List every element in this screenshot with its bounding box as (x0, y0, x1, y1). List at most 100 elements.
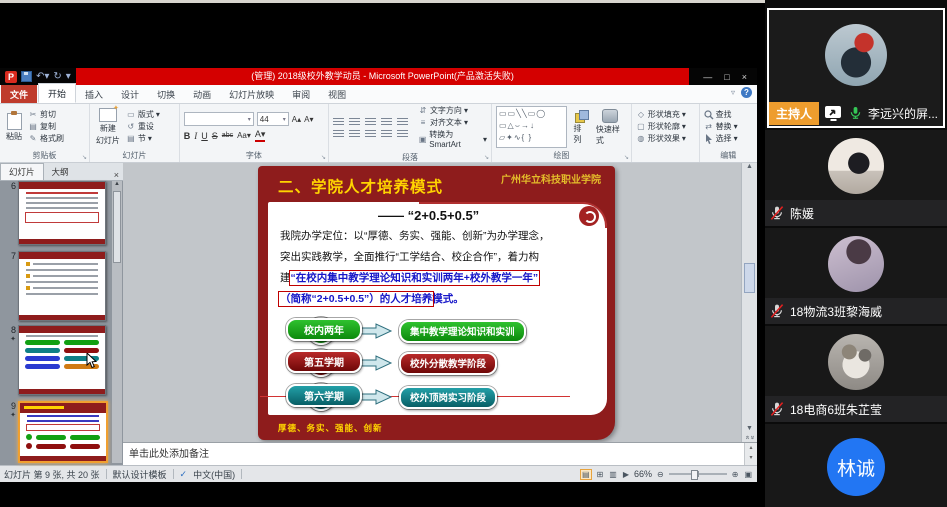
tab-review[interactable]: 审阅 (283, 85, 319, 103)
bullets-icon[interactable] (333, 118, 344, 126)
reading-view-icon[interactable]: ▥ (608, 470, 618, 479)
cut-button[interactable]: ✂剪切 (28, 110, 64, 120)
font-color-button[interactable]: A▾ (255, 129, 266, 142)
notes-scrollbar[interactable]: ▴▾ (744, 443, 757, 465)
participant-tile[interactable]: 林诚 (765, 424, 947, 507)
zoom-out-icon[interactable]: ⊖ (656, 470, 665, 479)
slideshow-view-icon[interactable]: ▶ (622, 470, 630, 479)
increase-indent-icon[interactable] (381, 118, 392, 126)
spellcheck-icon[interactable]: ✓ (180, 469, 188, 480)
participant-tile-host[interactable]: 主持人 李远兴的屏... (767, 8, 945, 128)
bold-button[interactable]: B (184, 131, 191, 141)
scroll-up-icon[interactable]: ▲ (112, 181, 122, 187)
slide-thumbnail[interactable] (18, 251, 106, 321)
tab-outline[interactable]: 大纲 (44, 164, 77, 180)
participant-tile[interactable]: 18物流3班黎海威 (765, 228, 947, 324)
slide-thumbnail-selected[interactable] (18, 401, 108, 463)
slide-sorter-view-icon[interactable]: ⊞ (596, 470, 605, 479)
dialog-launcher-icon[interactable]: ↘ (624, 154, 629, 161)
align-text-button[interactable]: ≡对齐文本▾ (418, 118, 487, 128)
shape-outline-button[interactable]: ▢形状轮廓▾ (636, 122, 686, 132)
reset-button[interactable]: ↺重设 (126, 122, 160, 132)
decrease-indent-icon[interactable] (365, 118, 376, 126)
dialog-launcher-icon[interactable]: ↘ (321, 154, 326, 161)
scrollbar-thumb[interactable] (744, 263, 755, 293)
notes-placeholder[interactable]: 单击此处添加备注 (129, 445, 209, 460)
find-button[interactable]: 查找 (704, 110, 738, 120)
tab-file[interactable]: 文件 (1, 85, 37, 103)
zoom-slider-thumb[interactable] (691, 470, 698, 480)
justify-icon[interactable] (381, 130, 392, 138)
new-slide-button[interactable]: 新建 幻灯片 (94, 108, 122, 146)
numbering-icon[interactable] (349, 118, 360, 126)
redo-icon[interactable]: ↻ (53, 71, 61, 83)
copy-button[interactable]: ▤复制 (28, 122, 64, 132)
close-button[interactable]: × (742, 72, 747, 82)
format-painter-button[interactable]: ✎格式刷 (28, 134, 64, 144)
powerpoint-app-icon[interactable]: P (5, 71, 17, 83)
arrange-button[interactable]: 排列 (571, 110, 590, 145)
theme-status[interactable]: 默认设计模板 (113, 468, 167, 481)
scrollbar-thumb[interactable] (113, 191, 121, 263)
align-center-icon[interactable] (349, 130, 360, 138)
font-size-select[interactable]: 44▾ (257, 112, 289, 126)
paste-button[interactable]: 粘贴 (4, 113, 24, 142)
strikethrough-button[interactable]: S (212, 131, 218, 141)
tab-insert[interactable]: 插入 (76, 85, 112, 103)
slide-thumbnail[interactable] (18, 181, 106, 245)
underline-button[interactable]: U (201, 131, 208, 141)
align-right-icon[interactable] (365, 130, 376, 138)
scroll-up-icon[interactable]: ▲ (746, 163, 753, 170)
participant-tile[interactable]: 18电商6班朱芷莹 (765, 326, 947, 422)
quick-styles-button[interactable]: 快速样式 (594, 109, 627, 146)
smartart-button[interactable]: ▣转换为SmartArt▾ (418, 130, 487, 150)
section-button[interactable]: ▤节▾ (126, 134, 160, 144)
tab-view[interactable]: 视图 (319, 85, 355, 103)
save-icon[interactable] (21, 71, 32, 82)
layout-button[interactable]: ▭版式▾ (126, 110, 160, 120)
slide-canvas[interactable]: 二、学院人才培养模式 广州华立科技职业学院 —— “2+0.5+0.5” 我院办… (123, 163, 757, 442)
tab-transitions[interactable]: 切换 (148, 85, 184, 103)
replace-button[interactable]: ⇄替换▾ (704, 122, 738, 132)
participant-tile[interactable]: 陈媛 (765, 130, 947, 226)
tab-slideshow[interactable]: 幻灯片放映 (220, 85, 283, 103)
canvas-scrollbar[interactable]: ▲ ▼ « » (741, 163, 757, 442)
minimize-ribbon-icon[interactable]: ▿ (731, 88, 735, 97)
clear-formatting-button[interactable]: abc (222, 132, 233, 139)
thumbnail-scrollbar[interactable]: ▲ (112, 181, 122, 463)
shapes-gallery[interactable]: ▭▭╲╲▭◯ ▭△⌣→↓ ▱✦∿{ } (496, 106, 567, 148)
change-case-button[interactable]: Aa▾ (237, 131, 251, 140)
shape-effects-button[interactable]: ◍形状效果▾ (636, 134, 686, 144)
tab-animations[interactable]: 动画 (184, 85, 220, 103)
undo-icon[interactable]: ↶▾ (36, 71, 49, 83)
normal-view-icon[interactable]: ▤ (580, 469, 592, 480)
zoom-slider[interactable] (669, 473, 727, 475)
fit-to-window-icon[interactable]: ▣ (743, 470, 753, 479)
text-direction-button[interactable]: ⇵文字方向▾ (418, 106, 487, 116)
shape-fill-button[interactable]: ◇形状填充▾ (636, 110, 686, 120)
next-slide-button[interactable]: » (748, 436, 757, 440)
tab-design[interactable]: 设计 (112, 85, 148, 103)
current-slide[interactable]: 二、学院人才培养模式 广州华立科技职业学院 —— “2+0.5+0.5” 我院办… (258, 166, 615, 440)
tab-slides-thumbnails[interactable]: 幻灯片 (0, 163, 44, 180)
language-status[interactable]: 中文(中国) (193, 468, 235, 481)
close-pane-icon[interactable]: × (114, 170, 119, 180)
zoom-in-icon[interactable]: ⊕ (731, 470, 740, 479)
minimize-button[interactable]: — (703, 72, 712, 82)
qat-customize-icon[interactable]: ▾ (66, 71, 71, 83)
maximize-button[interactable]: □ (724, 72, 729, 82)
tab-home[interactable]: 开始 (38, 83, 76, 103)
help-button[interactable]: ? (741, 87, 752, 98)
dialog-launcher-icon[interactable]: ↘ (484, 154, 489, 161)
notes-pane[interactable]: 单击此处添加备注 ▴▾ (123, 442, 757, 465)
align-left-icon[interactable] (333, 130, 344, 138)
shrink-font-button[interactable]: A▾ (304, 115, 313, 124)
select-button[interactable]: 选择▾ (704, 134, 738, 144)
italic-button[interactable]: I (194, 131, 197, 141)
columns-icon[interactable] (397, 130, 408, 138)
dialog-launcher-icon[interactable]: ↘ (82, 154, 87, 161)
font-name-select[interactable]: ▾ (184, 112, 254, 126)
grow-font-button[interactable]: A▴ (292, 115, 301, 124)
scroll-down-icon[interactable]: ▼ (742, 424, 757, 433)
line-spacing-icon[interactable] (397, 118, 408, 126)
